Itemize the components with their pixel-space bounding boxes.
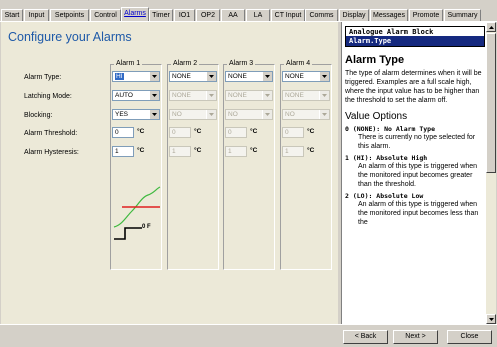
- alarm-4-hysteresis-input: 1: [282, 146, 304, 157]
- alarm-4-type-value: NONE: [285, 73, 304, 80]
- alarm-2-latching-select: NONE: [169, 90, 217, 101]
- alarm-2-threshold-input: 0: [169, 127, 191, 138]
- help-options-heading: Value Options: [345, 111, 408, 122]
- alarm-3-hysteresis-unit: °C: [250, 147, 258, 154]
- help-title: Alarm Type: [345, 54, 405, 66]
- chevron-down-icon[interactable]: [262, 72, 272, 81]
- alarm-4-threshold-unit: °C: [307, 128, 315, 135]
- alarm-1-type-select[interactable]: HI: [112, 71, 160, 82]
- alarm-2-hysteresis-input: 1: [169, 146, 191, 157]
- chevron-down-icon[interactable]: [149, 110, 159, 119]
- help-option-title: 0 (NONE): No Alarm Type: [345, 125, 436, 133]
- help-block-name: Analogue Alarm Block: [349, 28, 434, 36]
- alarm-1-blocking-value: YES: [115, 111, 129, 118]
- alarm-4-type-select[interactable]: NONE: [282, 71, 330, 82]
- alarm-3-type-value: NONE: [228, 73, 247, 80]
- alarm-1-hysteresis-input[interactable]: 1: [112, 146, 134, 157]
- alarm-2-blocking-value: NO: [172, 111, 182, 118]
- chevron-down-icon[interactable]: [149, 91, 159, 100]
- alarm-3-latching-value: NONE: [228, 92, 247, 99]
- alarm-3-title: Alarm 3: [227, 60, 256, 67]
- chevron-down-icon: [206, 110, 216, 119]
- help-content: Analogue Alarm Block Alarm.Type Alarm Ty…: [345, 22, 485, 324]
- scroll-down-button[interactable]: [486, 314, 496, 324]
- alarm-diagram: [113, 186, 161, 240]
- alarm-2-type-value: NONE: [172, 73, 191, 80]
- chevron-up-icon: [488, 25, 494, 29]
- alarm-1-blocking-select[interactable]: YES: [112, 109, 160, 120]
- help-panel: Analogue Alarm Block Alarm.Type Alarm Ty…: [341, 22, 496, 324]
- help-description: The type of alarm determines when it wil…: [345, 70, 482, 104]
- alarm-1-latching-value: AUTO: [115, 92, 133, 99]
- scroll-up-button[interactable]: [486, 22, 496, 32]
- chevron-down-icon[interactable]: [206, 72, 216, 81]
- alarm-3-threshold-unit: °C: [250, 128, 258, 135]
- label-alarm-type: Alarm Type:: [24, 74, 62, 81]
- label-alarm-threshold: Alarm Threshold:: [24, 130, 78, 137]
- alarm-2-hysteresis-unit: °C: [194, 147, 202, 154]
- alarm-1-threshold-input[interactable]: 0: [112, 127, 134, 138]
- chevron-down-icon: [319, 110, 329, 119]
- alarm-3-threshold-input: 0: [225, 127, 247, 138]
- alarm-3-hysteresis-input: 1: [225, 146, 247, 157]
- alarm-1-threshold-unit: °C: [137, 128, 145, 135]
- chevron-down-icon: [319, 91, 329, 100]
- scroll-thumb[interactable]: [486, 33, 496, 173]
- alarm-1-title: Alarm 1: [114, 60, 143, 67]
- alarm-4-latching-select: NONE: [282, 90, 330, 101]
- label-latching-mode: Latching Mode:: [24, 93, 72, 100]
- alarm-2-title: Alarm 2: [171, 60, 200, 67]
- alarm-1-hysteresis-unit: °C: [137, 147, 145, 154]
- alarm-4-blocking-select: NO: [282, 109, 330, 120]
- next-button[interactable]: Next >: [393, 330, 438, 344]
- chevron-down-icon: [206, 91, 216, 100]
- alarm-4-latching-value: NONE: [285, 92, 304, 99]
- help-option-title: 2 (LO): Absolute Low: [345, 192, 424, 200]
- alarm-4-hysteresis-unit: °C: [307, 147, 315, 154]
- help-option-desc: There is currently no type selected for …: [358, 134, 476, 150]
- chevron-down-icon: [262, 91, 272, 100]
- help-header: Analogue Alarm Block Alarm.Type: [345, 26, 485, 47]
- output-trace: [114, 227, 142, 240]
- alarm-3-blocking-value: NO: [228, 111, 238, 118]
- help-option-desc: An alarm of this type is triggered when …: [358, 163, 478, 188]
- close-button[interactable]: Close: [447, 330, 492, 344]
- chevron-down-icon: [488, 317, 494, 321]
- alarm-4-threshold-input: 0: [282, 127, 304, 138]
- alarms-panel: Configure your Alarms Alarm Type: Latchi…: [1, 22, 338, 324]
- alarm-2-type-select[interactable]: NONE: [169, 71, 217, 82]
- back-button[interactable]: < Back: [343, 330, 388, 344]
- alarm-2-blocking-select: NO: [169, 109, 217, 120]
- wizard-footer: < Back Next > Close: [0, 324, 497, 347]
- alarm-3-type-select[interactable]: NONE: [225, 71, 273, 82]
- diagram-label: 0 F: [142, 224, 151, 230]
- help-option-title: 1 (HI): Absolute High: [345, 154, 428, 162]
- help-scrollbar[interactable]: [486, 22, 496, 324]
- alarm-4-blocking-value: NO: [285, 111, 295, 118]
- chevron-down-icon[interactable]: [149, 72, 159, 81]
- alarm-4-title: Alarm 4: [284, 60, 313, 67]
- label-blocking: Blocking:: [24, 112, 53, 119]
- tab-alarms[interactable]: Alarms: [121, 7, 149, 22]
- tab-strip: Start Input Setpoints Control Alarms Tim…: [0, 0, 497, 22]
- help-param-name: Alarm.Type: [346, 36, 484, 46]
- alarm-2-threshold-unit: °C: [194, 128, 202, 135]
- alarm-2-latching-value: NONE: [172, 92, 191, 99]
- help-option-desc: An alarm of this type is triggered when …: [358, 201, 479, 226]
- alarm-1-type-value: HI: [115, 73, 124, 80]
- alarm-1-latching-select[interactable]: AUTO: [112, 90, 160, 101]
- page-title: Configure your Alarms: [8, 30, 132, 44]
- chevron-down-icon[interactable]: [319, 72, 329, 81]
- alarm-3-blocking-select: NO: [225, 109, 273, 120]
- alarm-3-latching-select: NONE: [225, 90, 273, 101]
- chevron-down-icon: [262, 110, 272, 119]
- label-alarm-hysteresis: Alarm Hysteresis:: [24, 149, 79, 156]
